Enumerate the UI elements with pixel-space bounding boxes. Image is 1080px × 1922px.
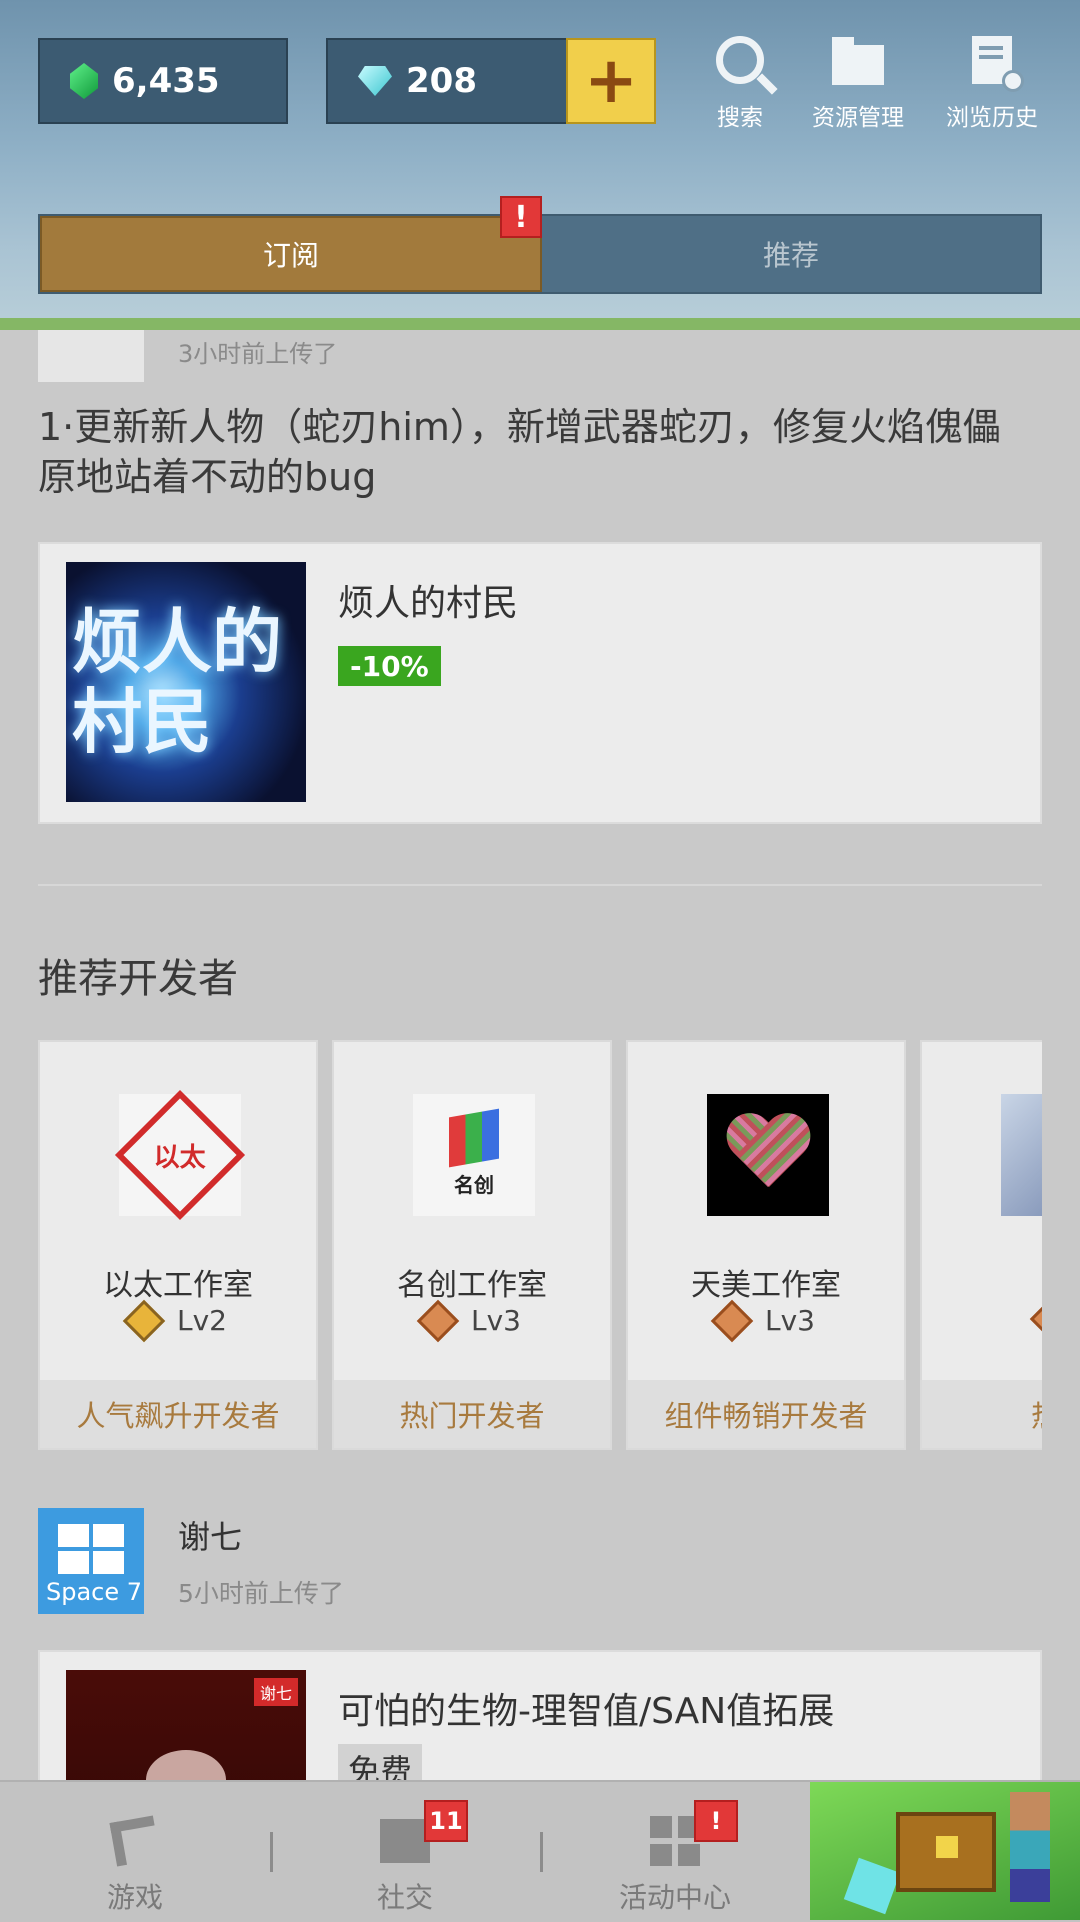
windows-logo-icon (58, 1524, 124, 1574)
heart-icon (723, 1115, 813, 1195)
developer-tag: 热门 (922, 1380, 1042, 1448)
developer-card[interactable]: 名创 名创工作室 Lv3 热门开发者 (332, 1040, 612, 1450)
level-badge-icon (122, 1299, 166, 1342)
feed-list[interactable]: 3小时前上传了 1·更新新人物（蛇刃him），新增武器蛇刃，修复火焰傀儡原地站着… (0, 330, 1080, 1780)
developer-carousel[interactable]: 以太 以太工作室 Lv2 人气飙升开发者 名创 名创工作室 Lv3 热门开发者 (38, 1040, 1042, 1450)
diamond-balance[interactable]: 208 + (326, 38, 656, 124)
developer-level: Lv2 (40, 1299, 316, 1342)
tab-recommend[interactable]: 推荐 (542, 216, 1040, 292)
resource-title: 可怕的生物-理智值/SAN值拓展 (338, 1691, 835, 1732)
character-icon (1010, 1792, 1050, 1902)
developer-card[interactable]: 以太 以太工作室 Lv2 人气飙升开发者 (38, 1040, 318, 1450)
notification-count-badge: 11 (424, 1800, 468, 1842)
level-badge-icon (1029, 1297, 1042, 1341)
level-badge-icon (416, 1299, 460, 1342)
resource-thumbnail: 谢七 (66, 1670, 306, 1780)
add-currency-button[interactable]: + (566, 38, 656, 124)
diamond-count: 208 (406, 61, 477, 101)
search-label: 搜索 (717, 105, 763, 131)
discount-badge: -10% (338, 646, 441, 686)
developer-level: Lv3 (334, 1299, 610, 1342)
nav-social[interactable]: 11 社交 (270, 1782, 540, 1922)
upload-time: 5小时前上传了 (178, 1579, 344, 1608)
tab-subscribe-label: 订阅 (262, 239, 319, 272)
thumbnail-tag: 谢七 (253, 1678, 298, 1706)
resource-card[interactable]: 谢七 可怕的生物-理智值/SAN值拓展 免费 (38, 1650, 1042, 1780)
browse-history-button[interactable]: 浏览历史 (932, 30, 1052, 132)
section-divider (38, 884, 1042, 886)
top-header: 6,435 208 + 搜索 资源管理 浏览历史 订阅 ! 推荐 (0, 0, 1080, 330)
developer-logo (707, 1094, 829, 1216)
diamond-block-icon (843, 1857, 901, 1915)
diamond-icon (358, 66, 392, 96)
developer-logo: 以太 (114, 1089, 246, 1221)
developer-name: 以太工作室 (103, 1268, 253, 1303)
brain-icon (146, 1750, 226, 1780)
nav-games-label: 游戏 (106, 1881, 163, 1914)
resource-manager-button[interactable]: 资源管理 (798, 30, 918, 132)
search-icon (716, 36, 764, 84)
grid-plus-icon (650, 1816, 700, 1866)
social-icon (380, 1819, 430, 1863)
cube-icon (449, 1108, 499, 1167)
upload-time: 3小时前上传了 (178, 340, 338, 368)
tab-subscribe[interactable]: 订阅 ! (40, 196, 542, 292)
post-description: 1·更新新人物（蛇刃him），新增武器蛇刃，修复火焰傀儡原地站着不动的bug (38, 405, 1001, 499)
developer-logo (1001, 1094, 1042, 1216)
logo-text: 名创 (454, 1172, 494, 1197)
treasure-chest-icon (896, 1812, 996, 1892)
developer-tag: 组件畅销开发者 (628, 1380, 904, 1448)
developer-logo: 名创 (413, 1094, 535, 1216)
developer-name: 名创工作室 (397, 1268, 547, 1303)
search-button[interactable]: 搜索 (680, 30, 800, 132)
nav-social-label: 社交 (376, 1881, 433, 1914)
feed-tabs: 订阅 ! 推荐 (38, 196, 1042, 294)
cursor-arrow-icon (109, 1815, 161, 1867)
emerald-icon (70, 63, 98, 99)
history-icon (972, 36, 1024, 92)
thumbnail-title: 烦人的村民 (72, 600, 282, 763)
price-badge: 免费 (338, 1744, 423, 1780)
alert-badge: ! (500, 196, 542, 238)
developer-name: 天美工作室 (691, 1268, 841, 1303)
emerald-count: 6,435 (112, 61, 220, 101)
nav-games[interactable]: 游戏 (0, 1782, 270, 1922)
developer-name: 新 (922, 1260, 1042, 1304)
browse-history-label: 浏览历史 (946, 105, 1038, 131)
folder-icon (832, 37, 884, 85)
developer-level: Lv3 (628, 1299, 904, 1342)
developer-level (922, 1297, 1042, 1341)
alert-badge: ! (694, 1800, 738, 1842)
author-name[interactable]: 谢七 (178, 1512, 242, 1558)
tab-recommend-label: 推荐 (762, 239, 819, 272)
logo-text: 以太 (153, 1142, 207, 1173)
level-text: Lv2 (177, 1304, 227, 1337)
level-text: Lv3 (471, 1304, 521, 1337)
nav-event-label: 活动中心 (618, 1881, 731, 1914)
developer-tag: 人气飙升开发者 (40, 1380, 316, 1448)
avatar-text: Space 7 (46, 1578, 143, 1606)
recommended-developers-title: 推荐开发者 (38, 956, 238, 1002)
emerald-balance[interactable]: 6,435 (38, 38, 288, 124)
author-avatar[interactable] (38, 330, 144, 382)
nav-event-center[interactable]: ! 活动中心 (540, 1782, 810, 1922)
level-badge-icon (710, 1299, 754, 1342)
resource-card[interactable]: 烦人的村民 烦人的村民 -10% (38, 542, 1042, 824)
developer-tag: 热门开发者 (334, 1380, 610, 1448)
level-text: Lv3 (765, 1304, 815, 1337)
treasure-chest-promo[interactable] (810, 1782, 1080, 1920)
resource-thumbnail: 烦人的村民 (66, 562, 306, 802)
developer-card[interactable]: 新 热门 (920, 1040, 1042, 1450)
developer-card[interactable]: 天美工作室 Lv3 组件畅销开发者 (626, 1040, 906, 1450)
resource-title: 烦人的村民 (338, 583, 519, 624)
resource-manager-label: 资源管理 (812, 105, 904, 131)
author-avatar[interactable]: Space 7 (38, 1508, 144, 1614)
